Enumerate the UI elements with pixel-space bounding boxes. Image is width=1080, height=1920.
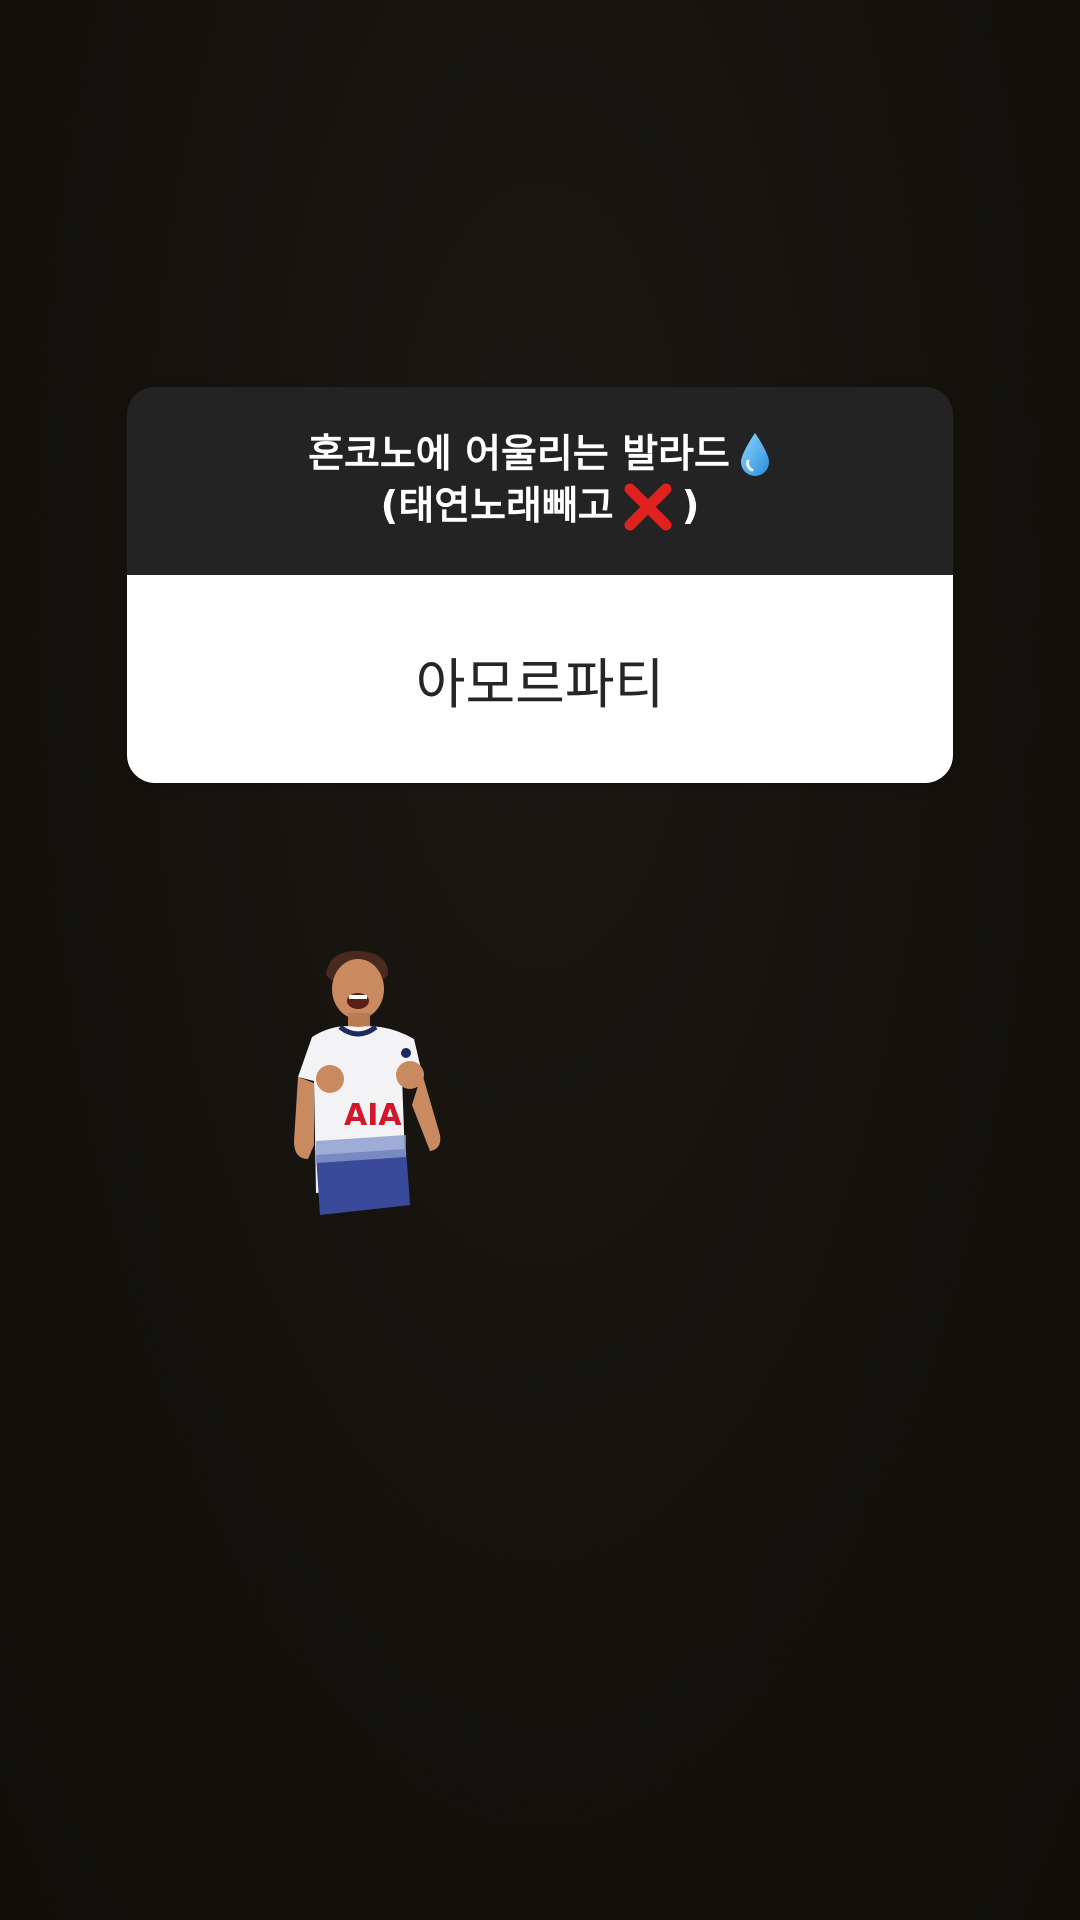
shirt-sponsor-text: AIA — [344, 1098, 402, 1133]
question-line-1: 혼코노에 어울리는 발라드 — [308, 429, 772, 481]
celebrating-footballer-sticker[interactable]: AIA — [294, 945, 476, 1237]
cross-mark-icon — [622, 481, 674, 533]
question-answer-sticker[interactable]: 혼코노에 어울리는 발라드 (태연노래빼고) 아모르파티 — [127, 387, 953, 783]
question-text-close: ) — [681, 484, 700, 529]
droplet-icon — [738, 431, 772, 479]
question-header: 혼코노에 어울리는 발라드 (태연노래빼고) — [127, 387, 953, 575]
answer-text: 아모르파티 — [415, 652, 665, 716]
question-text: 혼코노에 어울리는 발라드 — [308, 432, 730, 477]
answer-area[interactable]: 아모르파티 — [127, 575, 953, 783]
face-shape — [332, 959, 384, 1019]
story-canvas[interactable]: 혼코노에 어울리는 발라드 (태연노래빼고) 아모르파티 AIA — [0, 0, 1080, 1920]
question-line-2: (태연노래빼고 ) — [380, 481, 700, 533]
question-text-2: (태연노래빼고 — [380, 484, 614, 529]
